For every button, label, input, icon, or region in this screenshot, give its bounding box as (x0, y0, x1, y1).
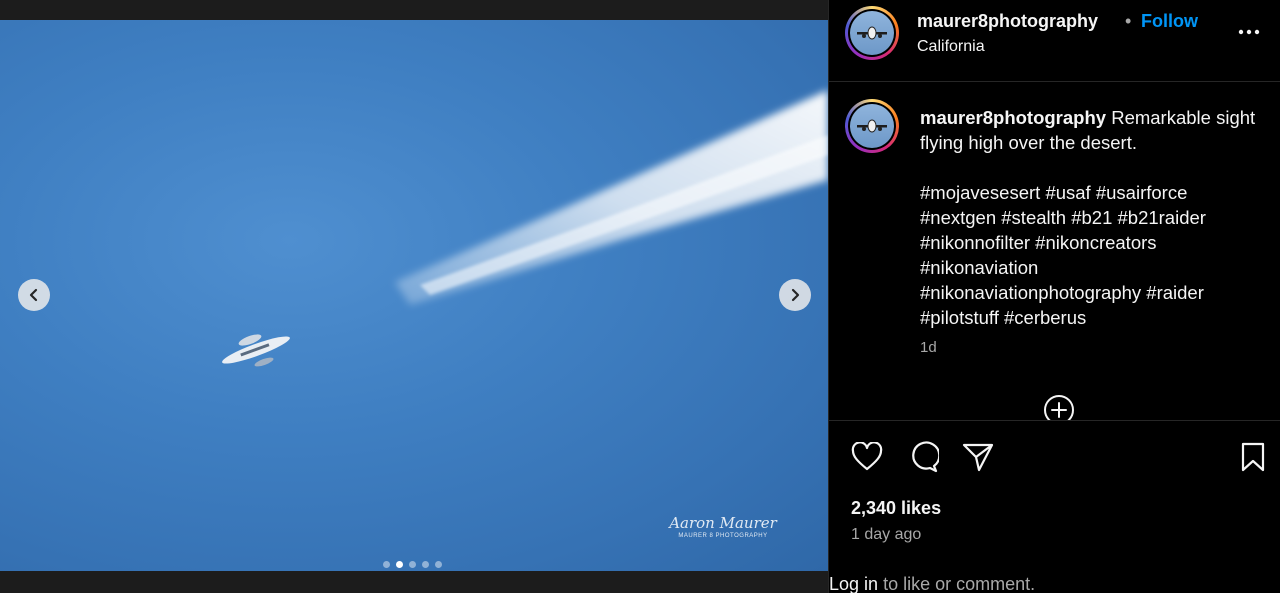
more-options-button[interactable] (1237, 20, 1261, 44)
watermark-name: Aaron Maurer (669, 514, 777, 532)
caption-avatar[interactable] (845, 99, 899, 153)
carousel-dot (396, 561, 403, 568)
chevron-right-icon (791, 288, 800, 302)
login-link[interactable]: Log in (829, 574, 878, 593)
post-age: 1 day ago (851, 526, 922, 543)
load-more-comments-button[interactable] (1043, 394, 1075, 420)
share-button[interactable] (961, 440, 995, 474)
more-horizontal-icon (1238, 29, 1260, 35)
comments-section: maurer8photography Remarkable sight flyi… (829, 83, 1280, 421)
airplane-graphic (222, 334, 290, 367)
comment-icon (912, 441, 939, 473)
save-button[interactable] (1236, 440, 1270, 474)
carousel-dot (409, 561, 416, 568)
post-caption: maurer8photography Remarkable sight flyi… (920, 105, 1260, 330)
send-icon (962, 443, 994, 472)
login-prompt-text: to like or comment. (883, 574, 1036, 593)
caption-hashtags[interactable]: #mojavesesert #usaf #usairforce #nextgen… (920, 180, 1260, 330)
caption-username[interactable]: maurer8photography (920, 107, 1106, 128)
separator-dot: • (1125, 11, 1132, 31)
post-side-panel: maurer8photography • Follow California m… (828, 0, 1280, 593)
carousel-dot (435, 561, 442, 568)
carousel-indicator (383, 561, 442, 568)
photo-watermark: Aaron Maurer MAURER 8 PHOTOGRAPHY (668, 514, 778, 539)
top-strip (0, 0, 828, 20)
previous-photo-button[interactable] (18, 279, 50, 311)
chevron-left-icon (29, 288, 38, 302)
bookmark-icon (1241, 442, 1265, 472)
airplane-avatar-icon (857, 26, 887, 40)
airplane-avatar-icon (857, 119, 887, 133)
bottom-strip (0, 571, 828, 593)
login-prompt: Log in to like or comment. (829, 574, 1035, 593)
like-button[interactable] (850, 440, 884, 474)
carousel-dot (422, 561, 429, 568)
carousel-dot (383, 561, 390, 568)
watermark-subtitle: MAURER 8 PHOTOGRAPHY (678, 533, 768, 539)
plus-circle-icon (1044, 395, 1074, 420)
contrail-graphic (222, 90, 828, 367)
post-header: maurer8photography • Follow California (829, 0, 1280, 82)
post-photo[interactable]: Aaron Maurer MAURER 8 PHOTOGRAPHY (0, 20, 828, 571)
avatar[interactable] (845, 6, 899, 60)
post-username[interactable]: maurer8photography (917, 11, 1098, 32)
next-photo-button[interactable] (779, 279, 811, 311)
post-location[interactable]: California (917, 38, 985, 56)
comment-button[interactable] (906, 440, 940, 474)
post-actions (829, 421, 1280, 491)
like-count[interactable]: 2,340 likes (851, 498, 941, 519)
follow-button[interactable]: Follow (1141, 11, 1198, 32)
heart-icon (851, 442, 883, 471)
caption-time: 1d (920, 339, 937, 356)
